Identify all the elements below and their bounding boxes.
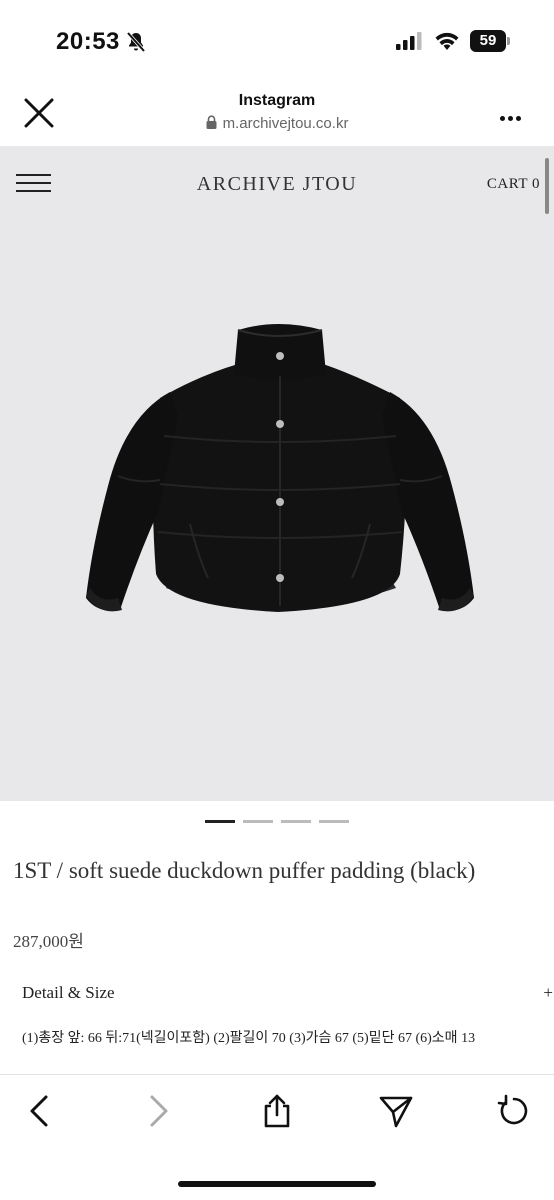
size-details: (1)총장 앞: 66 뒤:71(넥길이포함) (2)팔길이 70 (3)가슴 … — [22, 1031, 476, 1046]
cart-link[interactable]: CART 0 — [487, 176, 540, 193]
reload-icon[interactable] — [496, 1093, 532, 1129]
forward-icon[interactable] — [140, 1093, 176, 1129]
browser-header: Instagram m.archivejtou.co.kr — [0, 80, 554, 146]
cart-label: CART — [486, 176, 528, 192]
expand-icon[interactable]: + — [543, 983, 553, 1003]
pagination-dot[interactable] — [319, 820, 349, 823]
browser-toolbar — [0, 1074, 554, 1200]
send-icon[interactable] — [378, 1093, 414, 1129]
wifi-icon — [435, 32, 459, 50]
detail-size-toggle[interactable]: Detail & Size — [22, 983, 115, 1003]
lock-icon — [206, 115, 217, 129]
url-display[interactable]: m.archivejtou.co.kr — [0, 115, 554, 132]
browser-title: Instagram — [238, 92, 316, 109]
pagination-dot[interactable] — [243, 820, 273, 823]
product-image — [86, 324, 474, 612]
image-pagination — [205, 820, 357, 826]
product-price: 287,000원 — [13, 932, 84, 951]
pagination-dot[interactable] — [281, 820, 311, 823]
product-image-area[interactable]: ARCHIVE JTOU CART 0 — [0, 146, 554, 801]
bell-slash-icon — [126, 31, 146, 53]
status-bar: 20:53 59 — [0, 0, 554, 80]
battery-level: 59 — [479, 32, 497, 49]
home-indicator[interactable] — [178, 1181, 376, 1187]
clock: 20:53 — [56, 28, 120, 55]
battery-icon: 59 — [470, 30, 510, 52]
site-logo[interactable]: ARCHIVE JTOU — [0, 173, 554, 196]
share-icon[interactable] — [259, 1093, 295, 1129]
back-icon[interactable] — [22, 1093, 58, 1129]
product-name: 1ST / soft suede duckdown puffer padding… — [13, 858, 476, 883]
scrollbar[interactable] — [545, 158, 549, 214]
cart-count: 0 — [532, 176, 540, 192]
more-icon[interactable] — [500, 108, 528, 121]
pagination-dot[interactable] — [205, 820, 235, 823]
signal-icon — [396, 32, 422, 50]
url-text: m.archivejtou.co.kr — [222, 115, 349, 132]
